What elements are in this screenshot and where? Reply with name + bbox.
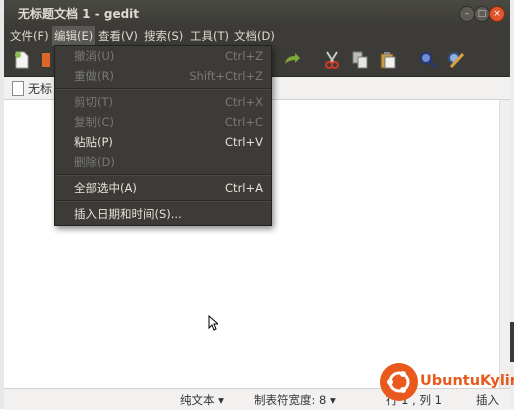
- replace-icon[interactable]: [446, 51, 466, 71]
- ubuntukylin-logo-icon: [380, 363, 418, 401]
- menu-separator: [55, 174, 271, 176]
- menu-item-label: 剪切(T): [74, 95, 113, 109]
- menu-item-label: 撤消(U): [74, 49, 115, 63]
- menu-item-paste[interactable]: 粘贴(P) Ctrl+V: [55, 132, 271, 152]
- menu-item-delete[interactable]: 删除(D): [55, 152, 271, 172]
- menu-item-copy[interactable]: 复制(C) Ctrl+C: [55, 112, 271, 132]
- find-icon[interactable]: [418, 51, 438, 71]
- menu-item-label: 重做(R): [74, 69, 114, 83]
- menu-separator: [55, 200, 271, 202]
- edit-menu-dropdown: 撤消(U) Ctrl+Z 重做(R) Shift+Ctrl+Z 剪切(T) Ct…: [54, 45, 272, 226]
- desktop-stripe: [510, 322, 514, 362]
- menu-item-shortcut: Ctrl+V: [225, 135, 263, 149]
- menu-item-label: 插入日期和时间(S)...: [74, 207, 182, 221]
- minimize-button[interactable]: –: [459, 6, 475, 22]
- menu-item-insert-date-time[interactable]: 插入日期和时间(S)...: [55, 204, 271, 224]
- menu-documents[interactable]: 文档(D): [232, 26, 277, 46]
- menu-file[interactable]: 文件(F): [8, 26, 51, 46]
- document-icon: [12, 81, 24, 96]
- tab-width-selector[interactable]: 制表符宽度: 8 ▾: [254, 392, 336, 408]
- menu-item-cut[interactable]: 剪切(T) Ctrl+X: [55, 92, 271, 112]
- menu-edit[interactable]: 编辑(E): [52, 26, 96, 46]
- vertical-scrollbar[interactable]: [499, 100, 510, 388]
- copy-icon[interactable]: [350, 51, 370, 71]
- window-title: 无标题文档 1 - gedit: [18, 7, 140, 21]
- menu-item-shortcut: Ctrl+X: [225, 95, 263, 109]
- maximize-button[interactable]: □: [474, 6, 490, 22]
- tab-untitled-document[interactable]: 无标: [28, 80, 52, 97]
- menu-item-label: 删除(D): [74, 155, 115, 169]
- menu-bar: 文件(F) 编辑(E) 查看(V) 搜索(S) 工具(T) 文档(D): [4, 26, 510, 46]
- menu-item-label: 粘贴(P): [74, 135, 113, 149]
- menu-search[interactable]: 搜索(S): [142, 26, 185, 46]
- cut-icon[interactable]: [322, 51, 342, 71]
- menu-view[interactable]: 查看(V): [96, 26, 140, 46]
- menu-item-shortcut: Ctrl+Z: [225, 49, 263, 63]
- menu-item-redo[interactable]: 重做(R) Shift+Ctrl+Z: [55, 66, 271, 86]
- paste-icon[interactable]: [378, 51, 398, 71]
- close-button[interactable]: ×: [489, 6, 505, 22]
- new-document-icon[interactable]: [12, 51, 32, 71]
- redo-icon[interactable]: [282, 51, 302, 71]
- open-icon[interactable]: [36, 51, 56, 71]
- menu-tools[interactable]: 工具(T): [188, 26, 231, 46]
- menu-item-undo[interactable]: 撤消(U) Ctrl+Z: [55, 46, 271, 66]
- menu-item-label: 全部选中(A): [74, 181, 137, 195]
- ubuntukylin-watermark: UbuntuKylin: [376, 363, 514, 403]
- menu-item-shortcut: Ctrl+C: [224, 115, 263, 129]
- menu-separator: [55, 88, 271, 90]
- menu-item-shortcut: Shift+Ctrl+Z: [189, 69, 263, 83]
- gedit-window: 无标题文档 1 - gedit – □ × 文件(F) 编辑(E) 查看(V) …: [4, 0, 510, 410]
- title-bar[interactable]: 无标题文档 1 - gedit – □ ×: [4, 0, 510, 26]
- language-selector[interactable]: 纯文本 ▾: [180, 392, 224, 408]
- menu-item-label: 复制(C): [74, 115, 115, 129]
- menu-item-shortcut: Ctrl+A: [225, 181, 263, 195]
- watermark-text: UbuntuKylin: [420, 373, 514, 389]
- menu-item-select-all[interactable]: 全部选中(A) Ctrl+A: [55, 178, 271, 198]
